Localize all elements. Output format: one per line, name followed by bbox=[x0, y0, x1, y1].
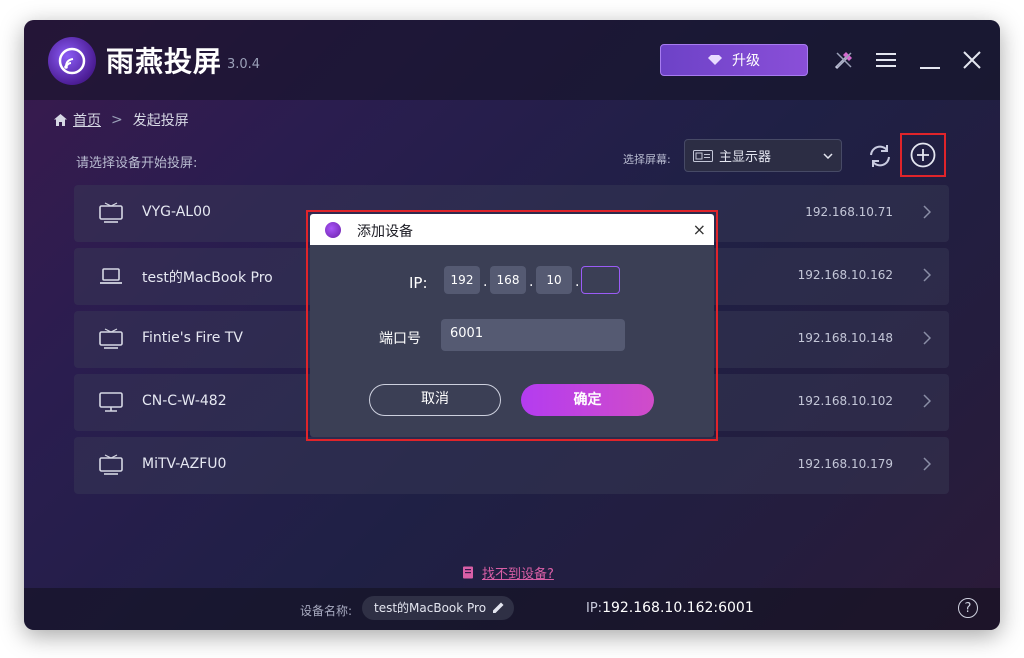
screen-select-value: 主显示器 bbox=[719, 150, 772, 165]
chevron-down-icon bbox=[823, 152, 833, 159]
not-found-label: 找不到设备? bbox=[482, 567, 554, 582]
upgrade-button[interactable]: 升级 bbox=[660, 44, 808, 76]
ip-dot: . bbox=[575, 274, 580, 290]
menu-icon[interactable] bbox=[874, 48, 898, 72]
skin-icon[interactable] bbox=[832, 48, 856, 72]
app-logo-icon bbox=[325, 222, 341, 238]
device-ip: 192.168.10.162 bbox=[797, 268, 893, 282]
app-name: 雨燕投屏 bbox=[106, 45, 223, 78]
tv-icon bbox=[99, 202, 123, 223]
port-input[interactable]: 6001 bbox=[441, 319, 625, 351]
ip-octet-1-input[interactable]: 192 bbox=[444, 266, 480, 294]
home-icon bbox=[54, 114, 67, 126]
device-name: MiTV-AZFU0 bbox=[142, 456, 227, 472]
ip-dot: . bbox=[483, 274, 488, 290]
confirm-button[interactable]: 确定 bbox=[521, 384, 654, 416]
device-name: VYG-AL00 bbox=[142, 204, 211, 220]
dialog-header: 添加设备 × bbox=[310, 214, 714, 245]
pencil-icon bbox=[493, 602, 504, 613]
add-device-dialog: 添加设备 × IP: 192 . 168 . 10 . 端口号 6001 取消 … bbox=[310, 214, 714, 437]
breadcrumb-home-link[interactable]: 首页 bbox=[73, 110, 101, 130]
device-ip: 192.168.10.102 bbox=[797, 394, 893, 408]
device-ip: 192.168.10.179 bbox=[797, 457, 893, 471]
local-ip-prefix: IP: bbox=[586, 601, 603, 616]
ip-octet-2-input[interactable]: 168 bbox=[490, 266, 526, 294]
minimize-icon[interactable] bbox=[918, 48, 942, 72]
chevron-right-icon bbox=[923, 331, 931, 345]
cancel-button[interactable]: 取消 bbox=[369, 384, 501, 416]
laptop-icon bbox=[100, 268, 122, 284]
device-row[interactable]: MiTV-AZFU0 192.168.10.179 bbox=[74, 437, 949, 494]
dialog-close-icon[interactable]: × bbox=[693, 220, 706, 239]
app-version: 3.0.4 bbox=[227, 57, 261, 72]
ip-octet-4-input[interactable] bbox=[581, 266, 620, 294]
chevron-right-icon bbox=[923, 394, 931, 408]
device-name: test的MacBook Pro bbox=[142, 270, 273, 286]
device-ip: 192.168.10.148 bbox=[797, 331, 893, 345]
not-found-link[interactable]: 找不到设备? bbox=[462, 563, 554, 582]
title-bar: 雨燕投屏 3.0.4 升级 bbox=[24, 20, 1000, 100]
device-name-chip[interactable]: test的MacBook Pro bbox=[362, 596, 515, 620]
local-ip: IP:192.168.10.162:6001 bbox=[586, 600, 754, 616]
device-name: CN-C-W-482 bbox=[142, 393, 227, 409]
tv-icon bbox=[99, 454, 123, 475]
ip-label: IP: bbox=[409, 274, 428, 292]
breadcrumb: 首页 > 发起投屏 bbox=[54, 110, 189, 130]
dialog-title: 添加设备 bbox=[357, 224, 413, 240]
close-icon[interactable] bbox=[960, 48, 984, 72]
device-ip: 192.168.10.71 bbox=[805, 205, 893, 219]
diamond-icon bbox=[708, 55, 722, 65]
plus-circle-icon bbox=[910, 142, 936, 168]
chevron-right-icon bbox=[923, 268, 931, 282]
screen-select-label: 选择屏幕: bbox=[623, 153, 671, 166]
display-icon bbox=[693, 149, 713, 162]
device-name-label: 设备名称: bbox=[300, 604, 353, 618]
local-ip-value: 192.168.10.162:6001 bbox=[602, 600, 754, 616]
device-name: Fintie's Fire TV bbox=[142, 330, 243, 346]
ip-octet-3-input[interactable]: 10 bbox=[536, 266, 572, 294]
ip-dot: . bbox=[529, 274, 534, 290]
port-label: 端口号 bbox=[379, 331, 421, 347]
chevron-right-icon bbox=[923, 205, 931, 219]
refresh-icon[interactable] bbox=[865, 141, 895, 171]
chevron-right-icon bbox=[923, 457, 931, 471]
tv-icon bbox=[99, 328, 123, 349]
screen-select[interactable]: 主显示器 bbox=[684, 139, 842, 172]
select-device-prompt: 请选择设备开始投屏: bbox=[76, 156, 198, 171]
breadcrumb-separator-icon: > bbox=[111, 112, 123, 128]
status-footer: 设备名称: test的MacBook Pro IP:192.168.10.162… bbox=[24, 588, 1000, 630]
help-icon[interactable]: ? bbox=[958, 598, 978, 618]
monitor-icon bbox=[99, 392, 123, 412]
add-device-button[interactable] bbox=[900, 133, 946, 177]
device-name-value: test的MacBook Pro bbox=[374, 601, 487, 615]
book-icon bbox=[463, 566, 473, 579]
breadcrumb-current: 发起投屏 bbox=[132, 113, 189, 129]
app-logo-icon bbox=[48, 37, 96, 85]
upgrade-label: 升级 bbox=[732, 53, 760, 69]
